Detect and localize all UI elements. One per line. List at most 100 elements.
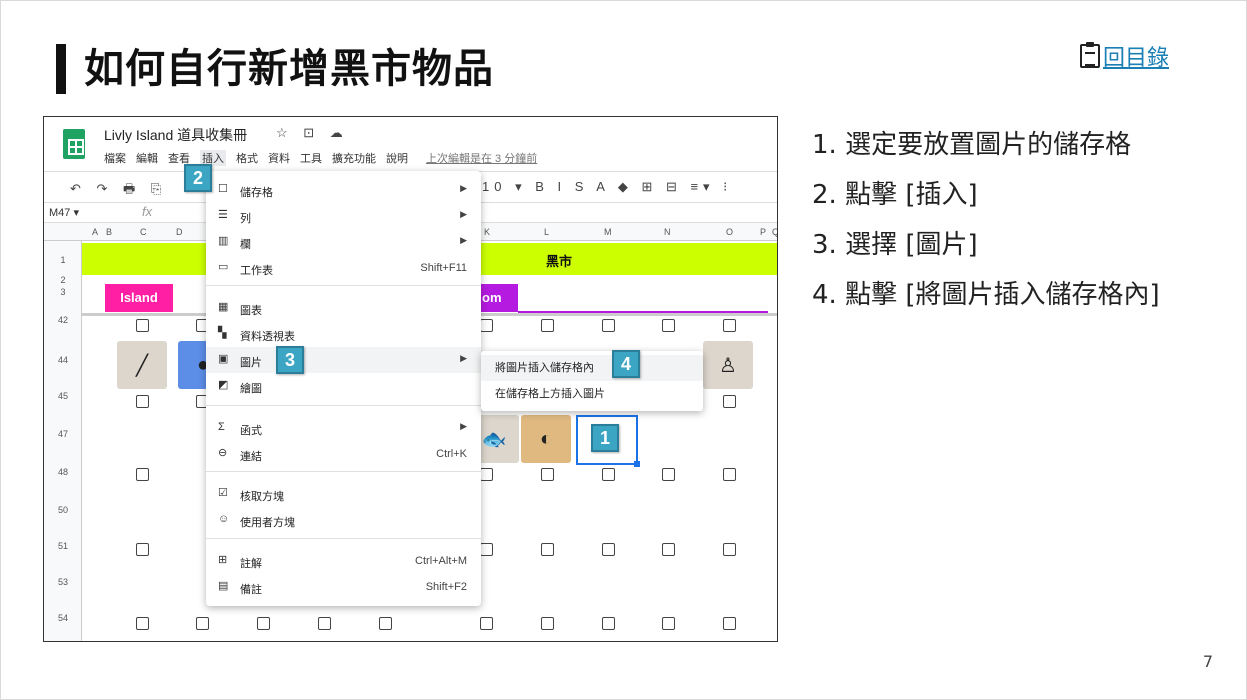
checkbox[interactable] xyxy=(541,617,554,630)
checkbox[interactable] xyxy=(602,543,615,556)
row-header[interactable]: 42 xyxy=(44,315,82,325)
toc-link-label[interactable]: 回目錄 xyxy=(1103,40,1169,72)
checkbox[interactable] xyxy=(480,543,493,556)
menu-item-shortcut: Ctrl+Alt+M xyxy=(415,555,467,567)
checkbox[interactable] xyxy=(541,543,554,556)
last-edit-link[interactable]: 上次編輯是在 3 分鐘前 xyxy=(426,150,537,166)
checkbox[interactable] xyxy=(723,395,736,408)
clipboard-icon xyxy=(1080,42,1100,68)
menu-item-icon: ▦ xyxy=(218,301,229,313)
row-header[interactable]: 47 xyxy=(44,429,82,439)
checkbox[interactable] xyxy=(723,543,736,556)
column-header[interactable]: O xyxy=(726,227,733,237)
insert-menu-item[interactable]: ☑ 核取方塊 xyxy=(206,481,481,507)
menu-item[interactable]: 格式 xyxy=(236,150,258,166)
insert-menu-item[interactable]: ▥ 欄 ▶ xyxy=(206,229,481,255)
row-header[interactable]: 2 xyxy=(44,275,82,285)
insert-menu-item[interactable]: ⊖ 連結 Ctrl+K xyxy=(206,441,481,467)
menu-item[interactable]: 編輯 xyxy=(136,150,158,166)
checkbox[interactable] xyxy=(662,468,675,481)
insert-menu-item[interactable]: ☐ 儲存格 ▶ xyxy=(206,177,481,203)
insert-image-in-cell[interactable]: 將圖片插入儲存格內 xyxy=(481,355,703,381)
column-header[interactable]: A xyxy=(92,227,98,237)
checkbox[interactable] xyxy=(662,617,675,630)
row-header[interactable]: 44 xyxy=(44,355,82,365)
checkbox[interactable] xyxy=(136,617,149,630)
checkbox[interactable] xyxy=(136,395,149,408)
checkbox[interactable] xyxy=(723,617,736,630)
checkbox[interactable] xyxy=(136,468,149,481)
row-header[interactable]: 1 xyxy=(44,255,82,265)
step-item: 1. 選定要放置圖片的儲存格 xyxy=(812,130,1132,160)
menu-item[interactable]: 資料 xyxy=(268,150,290,166)
column-header[interactable]: D xyxy=(176,227,183,237)
doc-title[interactable]: Livly Island 道具收集冊 xyxy=(104,125,247,145)
checkbox[interactable] xyxy=(662,543,675,556)
insert-menu-item[interactable]: ☰ 列 ▶ xyxy=(206,203,481,229)
checkbox[interactable] xyxy=(602,319,615,332)
column-header[interactable]: M xyxy=(604,227,612,237)
insert-menu-item[interactable]: ▚ 資料透視表 xyxy=(206,321,481,347)
row-header[interactable]: 45 xyxy=(44,391,82,401)
column-header[interactable]: C xyxy=(140,227,147,237)
menu-item-label: 繪圖 xyxy=(240,383,262,395)
menu-item-label: 儲存格 xyxy=(240,187,273,199)
menu-item-shortcut: Shift+F2 xyxy=(425,581,467,593)
checkbox[interactable] xyxy=(480,617,493,630)
steps-list: 1. 選定要放置圖片的儲存格 2. 點擊 [插入] 3. 選擇 [圖片] 4. … xyxy=(812,126,1160,326)
insert-menu-item[interactable]: ◩ 繪圖 xyxy=(206,373,481,399)
row-header[interactable]: 50 xyxy=(44,505,82,515)
menu-item[interactable]: 說明 xyxy=(386,150,408,166)
menu-item-icon: ☺ xyxy=(218,513,230,525)
checkbox[interactable] xyxy=(136,319,149,332)
toolbar-left-icons[interactable]: ↶ ↷ 🖶 ⎘ xyxy=(70,180,167,202)
checkbox[interactable] xyxy=(541,319,554,332)
insert-menu-item[interactable]: ⊞ 註解 Ctrl+Alt+M xyxy=(206,548,481,574)
checkbox[interactable] xyxy=(602,468,615,481)
row-header[interactable]: 3 xyxy=(44,287,82,297)
menu-separator xyxy=(206,405,481,406)
row-header[interactable]: 53 xyxy=(44,577,82,587)
checkbox[interactable] xyxy=(602,617,615,630)
column-header[interactable]: L xyxy=(544,227,549,237)
insert-menu-item[interactable]: ▭ 工作表 Shift+F11 xyxy=(206,255,481,281)
insert-menu-item[interactable]: Σ 函式 ▶ xyxy=(206,415,481,441)
doc-title-icons[interactable]: ☆ ⊡ ☁ xyxy=(276,125,349,141)
checkbox[interactable] xyxy=(196,617,209,630)
insert-menu-item[interactable]: ▤ 備註 Shift+F2 xyxy=(206,574,481,600)
menu-item[interactable]: 檔案 xyxy=(104,150,126,166)
insert-menu-item[interactable]: ☺ 使用者方塊 xyxy=(206,507,481,533)
checkbox[interactable] xyxy=(662,319,675,332)
toolbar-right-icons[interactable]: 10 ▾ B I S A ◆ ⊞ ⊟ ≡▾ ⁝ xyxy=(482,179,732,195)
submenu-arrow-icon: ▶ xyxy=(460,209,467,219)
menu-item[interactable]: 擴充功能 xyxy=(332,150,376,166)
checkbox[interactable] xyxy=(541,468,554,481)
checkbox[interactable] xyxy=(480,319,493,332)
checkbox[interactable] xyxy=(480,468,493,481)
column-header[interactable]: P xyxy=(760,227,766,237)
insert-menu-item[interactable]: ▦ 圖表 xyxy=(206,295,481,321)
step-item: 3. 選擇 [圖片] xyxy=(812,230,978,260)
insert-menu-item[interactable]: ▣ 圖片 ▶ xyxy=(206,347,481,373)
checkbox[interactable] xyxy=(723,319,736,332)
row-header[interactable]: 51 xyxy=(44,541,82,551)
menu-item[interactable]: 工具 xyxy=(300,150,322,166)
checkbox[interactable] xyxy=(379,617,392,630)
column-header[interactable]: Q xyxy=(772,227,777,237)
toc-link[interactable]: 回目錄 xyxy=(1080,40,1169,72)
column-header[interactable]: N xyxy=(664,227,671,237)
title-accent-bar xyxy=(56,44,66,94)
insert-image-over-cells[interactable]: 在儲存格上方插入圖片 xyxy=(481,381,703,407)
row-header[interactable]: 54 xyxy=(44,613,82,623)
name-box[interactable]: M47 ▾ xyxy=(49,206,79,219)
row-header[interactable]: 48 xyxy=(44,467,82,477)
item-thumbnail: ♙ xyxy=(703,341,753,389)
menu-item-label: 核取方塊 xyxy=(240,491,284,503)
checkbox[interactable] xyxy=(318,617,331,630)
column-header[interactable]: K xyxy=(484,227,490,237)
column-header[interactable]: B xyxy=(106,227,112,237)
checkbox[interactable] xyxy=(136,543,149,556)
checkbox[interactable] xyxy=(723,468,736,481)
submenu-arrow-icon: ▶ xyxy=(460,235,467,245)
checkbox[interactable] xyxy=(257,617,270,630)
